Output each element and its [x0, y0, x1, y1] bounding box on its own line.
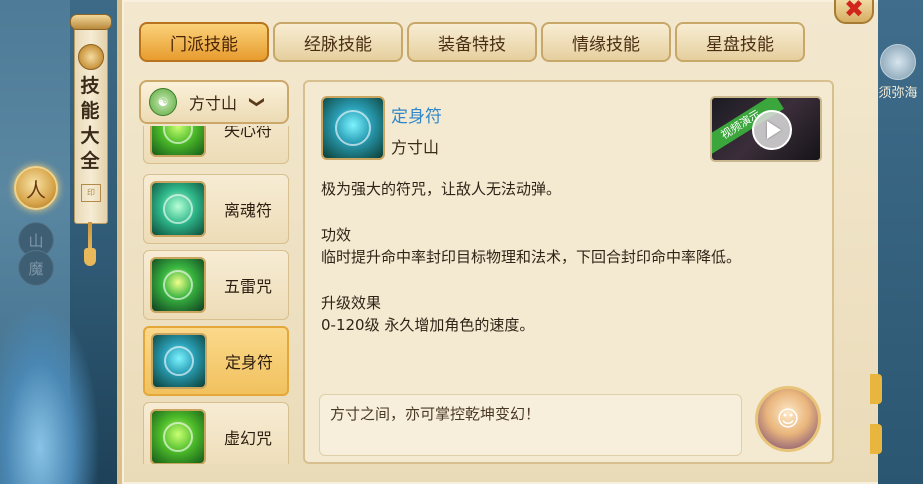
effect-heading: 功效: [321, 226, 352, 244]
side-tab-handle[interactable]: [870, 374, 882, 404]
skill-encyclopedia-scroll: 技能大全 印: [66, 0, 114, 270]
quote-box: 方寸之间，亦可掌控乾坤变幻！: [319, 394, 742, 456]
sumeru-sea-button[interactable]: 须弥海: [876, 44, 920, 104]
upgrade-text: 0-120级 永久增加角色的速度。: [321, 316, 535, 334]
scroll-title: 技能大全: [80, 75, 100, 172]
tab-meridian-skills[interactable]: 经脉技能: [273, 22, 403, 62]
close-icon: ✖: [843, 0, 865, 23]
water-decoration: [0, 300, 100, 484]
sumeru-label: 须弥海: [878, 86, 918, 101]
scroll-knot-icon: [78, 44, 104, 70]
skill-detail-panel: 定身符 方寸山 视频演示 极为强大的符咒，让敌人无法动弹。 功效 临时提升命中率…: [303, 80, 834, 464]
skill-name: 离魂符: [224, 201, 273, 220]
master-avatar: ☺: [755, 386, 821, 452]
faction-select-value: 方寸山: [189, 94, 238, 113]
skill-list[interactable]: 失心符 离魂符 五雷咒 定身符 虚幻咒: [139, 126, 293, 464]
skill-name: 失心符: [224, 126, 273, 140]
five-thunder-curse-icon: [150, 257, 206, 313]
tab-equipment-skills[interactable]: 装备特技: [407, 22, 537, 62]
skill-category-tabs: 门派技能 经脉技能 装备特技 情缘技能 星盘技能: [139, 22, 805, 62]
skill-name: 五雷咒: [224, 277, 273, 296]
effect-text: 临时提升命中率封印目标物理和法术，下回合封印命中率降低。: [321, 248, 742, 266]
tab-bond-skills[interactable]: 情缘技能: [541, 22, 671, 62]
scroll-rod: [70, 14, 112, 30]
scroll-seal-icon: 印: [81, 184, 101, 202]
immobilize-talisman-icon: [321, 96, 385, 160]
immobilize-talisman-icon: [151, 333, 207, 389]
side-nav-demon[interactable]: 魔: [18, 250, 54, 286]
video-demo-button[interactable]: 视频演示: [710, 96, 822, 162]
chevron-down-icon: ❯: [248, 95, 267, 109]
skill-name: 虚幻咒: [224, 429, 273, 448]
list-item[interactable]: 五雷咒: [143, 250, 289, 320]
faction-select[interactable]: ☯ 方寸山 ❯: [139, 80, 289, 124]
tab-astrolabe-skills[interactable]: 星盘技能: [675, 22, 805, 62]
sumeru-emblem-icon: [880, 44, 916, 80]
skill-title: 定身符: [391, 107, 442, 127]
skill-faction: 方寸山: [391, 138, 440, 157]
soul-parting-talisman-icon: [150, 181, 206, 237]
list-item[interactable]: 失心符: [143, 126, 289, 164]
scroll-tassel: [84, 222, 96, 266]
upgrade-heading: 升级效果: [321, 294, 382, 312]
side-tab-handle[interactable]: [870, 424, 882, 454]
skill-description: 极为强大的符咒，让敌人无法动弹。: [321, 180, 562, 198]
side-nav-human[interactable]: 人: [14, 166, 58, 210]
list-item[interactable]: 离魂符: [143, 174, 289, 244]
lost-heart-talisman-icon: [150, 126, 206, 157]
elder-face-icon: ☺: [776, 406, 800, 432]
illusion-curse-icon: [150, 409, 206, 464]
list-item-selected[interactable]: 定身符: [143, 326, 289, 396]
play-icon: [752, 110, 792, 150]
close-button[interactable]: ✖: [834, 0, 874, 24]
skill-name: 定身符: [225, 353, 274, 372]
list-item[interactable]: 虚幻咒: [143, 402, 289, 464]
faction-emblem-icon: ☯: [149, 88, 177, 116]
quote-text: 方寸之间，亦可掌控乾坤变幻！: [330, 405, 541, 423]
tab-faction-skills[interactable]: 门派技能: [139, 22, 269, 62]
